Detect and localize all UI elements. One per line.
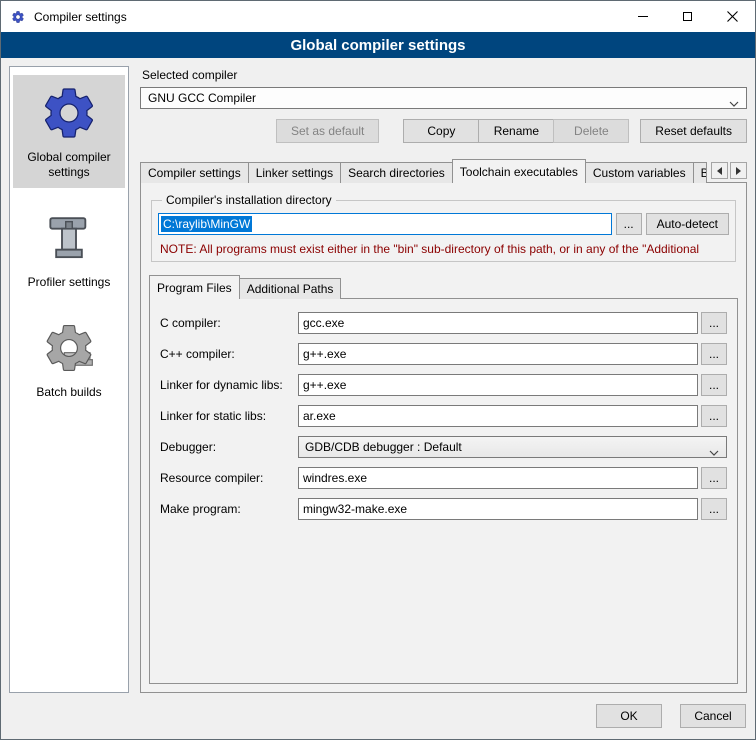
minimize-icon <box>638 16 648 17</box>
field-label: Debugger: <box>160 440 298 454</box>
reset-defaults-button[interactable]: Reset defaults <box>640 119 747 143</box>
debugger-row: Debugger: GDB/CDB debugger : Default <box>160 436 727 458</box>
sidebar-item-label: Global compiler settings <box>15 150 123 180</box>
compiler-select-value: GNU GCC Compiler <box>148 91 256 105</box>
installation-directory-row: C:\raylib\MinGW ... Auto-detect <box>158 213 729 235</box>
field-label: C++ compiler: <box>160 347 298 361</box>
debugger-select[interactable]: GDB/CDB debugger : Default <box>298 436 727 458</box>
tab-toolchain-executables[interactable]: Toolchain executables <box>452 159 586 183</box>
browse-button[interactable]: ... <box>701 343 727 365</box>
cpp-compiler-row: C++ compiler: ... <box>160 343 727 365</box>
delete-button[interactable]: Delete <box>553 119 629 143</box>
settings-sidebar: Global compiler settings Profiler settin… <box>9 66 129 693</box>
installation-directory-group-title: Compiler's installation directory <box>162 193 336 207</box>
program-files-tabbar: Program Files Additional Paths <box>149 274 738 298</box>
window-gear-icon <box>10 9 26 25</box>
window-titlebar: Compiler settings <box>1 1 755 32</box>
note-text: NOTE: All programs must exist either in … <box>160 242 727 256</box>
maximize-button[interactable] <box>665 1 710 32</box>
dialog-content: Global compiler settings Profiler settin… <box>1 58 755 693</box>
close-button[interactable] <box>710 1 755 32</box>
sidebar-item-label: Profiler settings <box>28 275 111 290</box>
page-title: Global compiler settings <box>1 32 755 58</box>
tab-compiler-settings[interactable]: Compiler settings <box>140 162 249 183</box>
browse-button[interactable]: ... <box>701 374 727 396</box>
compiler-select[interactable]: GNU GCC Compiler <box>140 87 747 109</box>
installation-directory-group: Compiler's installation directory C:\ray… <box>151 193 736 262</box>
arrow-left-icon <box>717 167 722 175</box>
copy-button[interactable]: Copy <box>403 119 479 143</box>
tab-search-directories[interactable]: Search directories <box>340 162 453 183</box>
make-program-input[interactable] <box>298 498 698 520</box>
settings-tabbar: Compiler settings Linker settings Search… <box>140 158 747 182</box>
tab-custom-variables[interactable]: Custom variables <box>585 162 694 183</box>
static-linker-row: Linker for static libs: ... <box>160 405 727 427</box>
set-as-default-button[interactable]: Set as default <box>276 119 379 143</box>
sidebar-item-profiler-settings[interactable]: Profiler settings <box>13 200 125 298</box>
field-label: Linker for dynamic libs: <box>160 378 298 392</box>
c-compiler-input[interactable] <box>298 312 698 334</box>
tab-scroll-right-button[interactable] <box>730 162 747 179</box>
rename-button[interactable]: Rename <box>478 119 554 143</box>
chevron-down-icon <box>709 445 719 458</box>
tab-linker-settings[interactable]: Linker settings <box>248 162 341 183</box>
resource-compiler-row: Resource compiler: ... <box>160 467 727 489</box>
gray-gear-icon <box>37 316 101 380</box>
dialog-footer: OK Cancel <box>1 693 755 739</box>
selected-compiler-label: Selected compiler <box>142 68 747 82</box>
tab-scroll-left-button[interactable] <box>711 162 728 179</box>
compiler-settings-dialog: Compiler settings Global compiler settin… <box>0 0 756 740</box>
field-label: Linker for static libs: <box>160 409 298 423</box>
field-label: Resource compiler: <box>160 471 298 485</box>
installation-directory-input[interactable]: C:\raylib\MinGW <box>158 213 612 235</box>
static-linker-input[interactable] <box>298 405 698 427</box>
arrow-right-icon <box>736 167 741 175</box>
sidebar-item-batch-builds[interactable]: Batch builds <box>13 310 125 408</box>
window-title: Compiler settings <box>34 10 127 24</box>
compiler-button-row: Set as default Copy Rename Delete Reset … <box>140 119 747 143</box>
debugger-select-value: GDB/CDB debugger : Default <box>305 440 462 454</box>
subtab-program-files[interactable]: Program Files <box>149 275 240 299</box>
maximize-icon <box>683 12 692 21</box>
tab-scroll-buttons <box>707 162 747 182</box>
dynamic-linker-input[interactable] <box>298 374 698 396</box>
browse-directory-button[interactable]: ... <box>616 213 642 235</box>
window-caption-buttons <box>620 1 755 32</box>
subtab-additional-paths[interactable]: Additional Paths <box>239 278 342 299</box>
blue-gear-icon <box>37 81 101 145</box>
field-label: C compiler: <box>160 316 298 330</box>
make-program-row: Make program: ... <box>160 498 727 520</box>
close-icon <box>727 11 738 22</box>
browse-button[interactable]: ... <box>701 498 727 520</box>
browse-button[interactable]: ... <box>701 312 727 334</box>
chevron-down-icon <box>729 96 739 109</box>
toolchain-executables-panel: Compiler's installation directory C:\ray… <box>140 182 747 693</box>
tab-build-options[interactable]: Buil <box>693 162 707 183</box>
minimize-button[interactable] <box>620 1 665 32</box>
program-files-panel: C compiler: ... C++ compiler: ... Linker… <box>149 298 738 684</box>
browse-button[interactable]: ... <box>701 467 727 489</box>
main-panel: Selected compiler GNU GCC Compiler Set a… <box>140 66 747 693</box>
c-compiler-row: C compiler: ... <box>160 312 727 334</box>
browse-button[interactable]: ... <box>701 405 727 427</box>
dynamic-linker-row: Linker for dynamic libs: ... <box>160 374 727 396</box>
sidebar-item-global-compiler-settings[interactable]: Global compiler settings <box>13 75 125 188</box>
resource-compiler-input[interactable] <box>298 467 698 489</box>
installation-directory-value: C:\raylib\MinGW <box>161 216 252 232</box>
sidebar-item-label: Batch builds <box>36 385 101 400</box>
autodetect-button[interactable]: Auto-detect <box>646 213 729 235</box>
cancel-button[interactable]: Cancel <box>680 704 746 728</box>
profiler-tool-icon <box>37 206 101 270</box>
field-label: Make program: <box>160 502 298 516</box>
ok-button[interactable]: OK <box>596 704 662 728</box>
cpp-compiler-input[interactable] <box>298 343 698 365</box>
